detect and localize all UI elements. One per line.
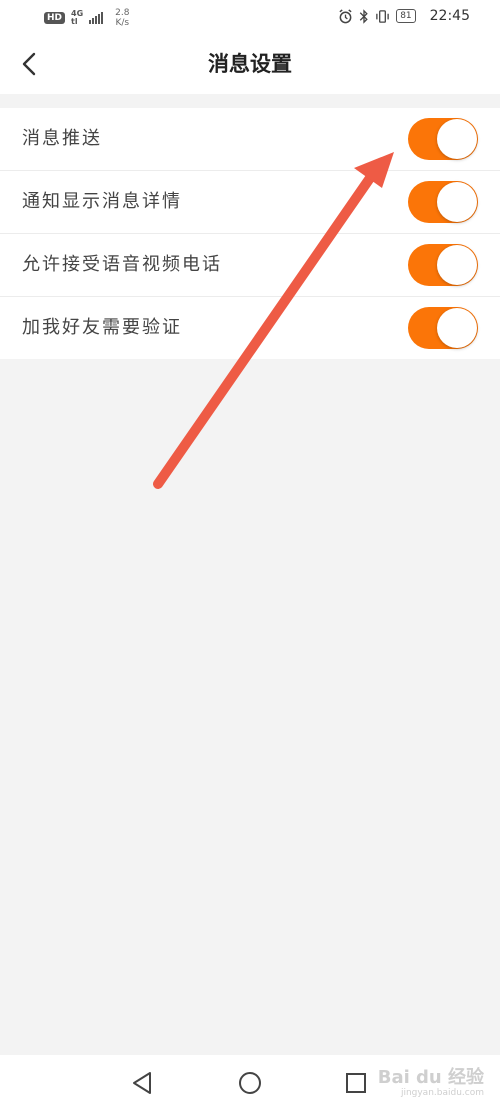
setting-row-voice-video-calls: 允许接受语音视频电话	[0, 234, 500, 297]
setting-label: 通知显示消息详情	[22, 191, 182, 212]
message-push-toggle[interactable]	[408, 118, 478, 160]
voice-video-calls-toggle[interactable]	[408, 244, 478, 286]
chevron-left-icon	[22, 52, 36, 76]
status-bar: HD 4G tl 2.8 K/s 81 22:45	[0, 0, 500, 34]
toggle-knob	[437, 245, 477, 285]
setting-label: 允许接受语音视频电话	[22, 254, 222, 275]
vibrate-icon	[376, 9, 389, 23]
toggle-knob	[437, 182, 477, 222]
setting-row-notification-details: 通知显示消息详情	[0, 171, 500, 234]
status-left: HD 4G tl 2.8 K/s	[44, 8, 129, 28]
toggle-knob	[437, 308, 477, 348]
status-time: 22:45	[429, 8, 470, 24]
network-type-bottom: tl	[71, 17, 78, 26]
battery-icon: 81	[396, 9, 416, 23]
speed-unit: K/s	[115, 18, 130, 28]
toggle-knob	[437, 119, 477, 159]
setting-label: 加我好友需要验证	[22, 317, 182, 338]
setting-label: 消息推送	[22, 128, 102, 149]
status-right: 81 22:45	[338, 8, 470, 24]
nav-home-button[interactable]	[235, 1068, 265, 1098]
network-speed: 2.8 K/s	[115, 8, 129, 28]
setting-row-friend-verification: 加我好友需要验证	[0, 297, 500, 359]
friend-verification-toggle[interactable]	[408, 307, 478, 349]
circle-home-icon	[239, 1072, 261, 1094]
watermark-logo: Bai du 经验	[377, 1067, 484, 1088]
speed-value: 2.8	[115, 8, 130, 18]
alarm-icon	[339, 8, 352, 23]
back-button[interactable]	[14, 48, 46, 80]
nav-recent-button[interactable]	[341, 1068, 371, 1098]
hd-badge: HD	[44, 12, 66, 24]
setting-row-message-push: 消息推送	[0, 108, 500, 171]
square-recent-icon	[346, 1073, 366, 1093]
watermark-url: jingyan.baidu.com	[400, 1088, 484, 1098]
triangle-back-icon	[133, 1072, 151, 1094]
settings-list: 消息推送 通知显示消息详情 允许接受语音视频电话 加我好友需要验证	[0, 108, 500, 359]
notification-details-toggle[interactable]	[408, 181, 478, 223]
page-title: 消息设置	[208, 51, 292, 76]
header-bar: 消息设置	[0, 34, 500, 94]
nav-back-button[interactable]	[128, 1068, 158, 1098]
baidu-watermark: Bai du 经验 jingyan.baidu.com	[377, 1067, 484, 1099]
network-type: 4G tl	[71, 10, 83, 26]
bluetooth-icon	[359, 8, 368, 24]
signal-icon	[89, 12, 104, 24]
